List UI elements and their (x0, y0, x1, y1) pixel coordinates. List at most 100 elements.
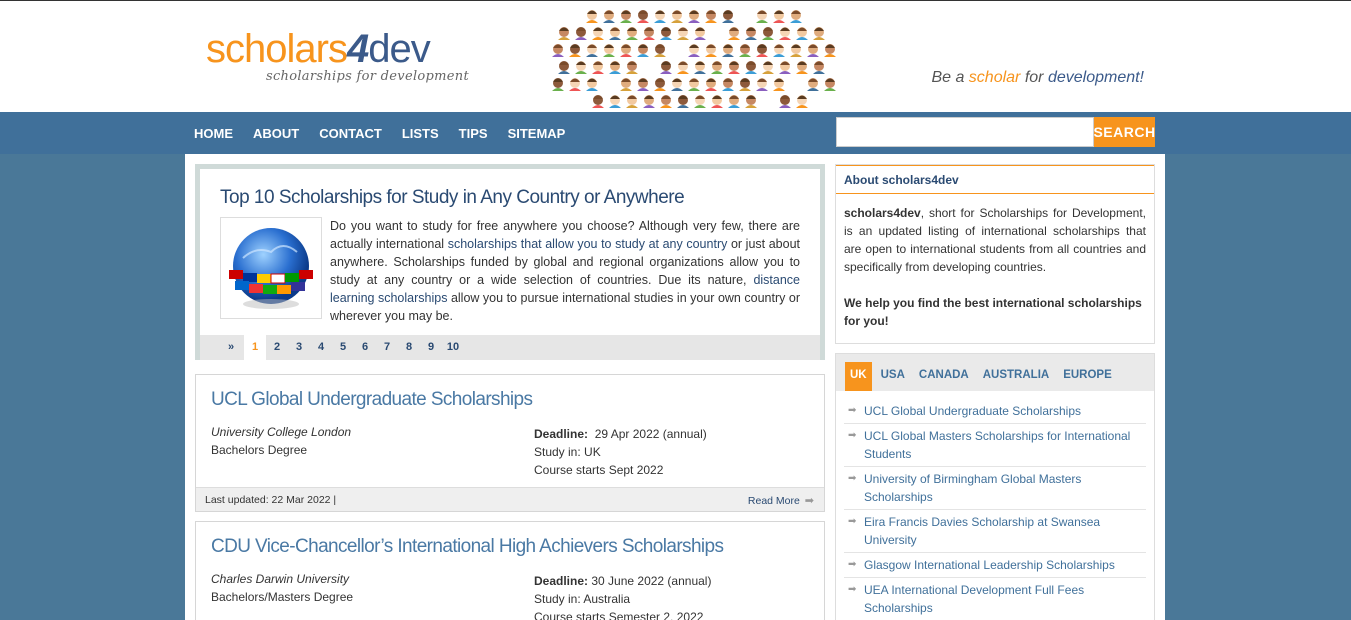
pager-page-1[interactable]: 1 (244, 335, 266, 360)
person-icon (654, 44, 666, 57)
read-more-link[interactable]: Read More ➡ (748, 494, 814, 507)
tab-canada[interactable]: CANADA (914, 362, 974, 391)
person-icon (694, 95, 706, 108)
person-icon (705, 78, 717, 91)
person-icon (552, 44, 564, 57)
person-icon (569, 44, 581, 57)
person-icon (807, 78, 819, 91)
site-logo[interactable]: scholars4dev scholarships for developmen… (206, 27, 469, 84)
pager-page-4[interactable]: 4 (310, 335, 332, 360)
person-icon (722, 44, 734, 57)
person-icon (705, 10, 717, 23)
person-icon (586, 44, 598, 57)
nav-sitemap[interactable]: SITEMAP (508, 126, 566, 141)
tagline-text-3: for (1020, 69, 1048, 86)
person-icon (756, 78, 768, 91)
scholarship-title[interactable]: CDU Vice-Chancellor’s International High… (211, 536, 724, 558)
person-icon (592, 61, 604, 74)
person-icon (779, 95, 791, 108)
list-item[interactable]: University of Birmingham Global Masters … (844, 467, 1146, 510)
people-illustration (552, 10, 836, 108)
scholarship-university: Charles Darwin University (211, 572, 350, 586)
list-item[interactable]: UCL Global Undergraduate Scholarships (844, 399, 1146, 424)
tagline-text-4: development! (1047, 69, 1144, 86)
search-button[interactable]: SEARCH (1093, 117, 1155, 147)
deadline-label: Deadline: (534, 427, 589, 441)
featured-title[interactable]: Top 10 Scholarships for Study in Any Cou… (220, 187, 685, 209)
person-icon (637, 78, 649, 91)
pager-page-9[interactable]: 9 (420, 335, 442, 360)
person-icon (637, 10, 649, 23)
nav-home[interactable]: HOME (194, 126, 233, 141)
pager-page-10[interactable]: 10 (442, 335, 464, 360)
list-item[interactable]: UCL Global Masters Scholarships for Inte… (844, 424, 1146, 467)
tab-australia[interactable]: AUSTRALIA (978, 362, 1054, 391)
globe-icon (229, 228, 313, 309)
person-icon (592, 27, 604, 40)
scholarship-title[interactable]: UCL Global Undergraduate Scholarships (211, 389, 533, 411)
pager-page-3[interactable]: 3 (288, 335, 310, 360)
person-icon (654, 10, 666, 23)
person-icon (745, 27, 757, 40)
person-icon (569, 78, 581, 91)
link-any-country[interactable]: scholarships that allow you to study at … (448, 237, 728, 251)
person-icon (824, 78, 836, 91)
person-icon (694, 27, 706, 40)
pager-next[interactable]: » (222, 335, 240, 360)
nav-contact[interactable]: CONTACT (319, 126, 382, 141)
course-start: Course starts Semester 2, 2022 (534, 610, 704, 620)
pager-page-7[interactable]: 7 (376, 335, 398, 360)
person-icon (756, 44, 768, 57)
person-icon (609, 95, 621, 108)
person-icon (643, 95, 655, 108)
person-icon (773, 44, 785, 57)
person-icon (711, 61, 723, 74)
person-icon (796, 95, 808, 108)
person-icon (779, 61, 791, 74)
list-item[interactable]: UEA International Development Full Fees … (844, 578, 1146, 620)
person-icon (796, 61, 808, 74)
person-icon (626, 61, 638, 74)
list-item[interactable]: Eira Francis Davies Scholarship at Swans… (844, 510, 1146, 553)
about-body: scholars4dev, short for Scholarships for… (836, 194, 1154, 340)
tab-europe[interactable]: EUROPE (1058, 362, 1117, 391)
person-icon (762, 61, 774, 74)
person-icon (728, 61, 740, 74)
person-icon (654, 78, 666, 91)
scholarship-university: University College London (211, 425, 352, 439)
person-icon (694, 61, 706, 74)
pager-page-5[interactable]: 5 (332, 335, 354, 360)
person-icon (660, 61, 672, 74)
pager-page-8[interactable]: 8 (398, 335, 420, 360)
scholarship-links: UCL Global Undergraduate Scholarships UC… (836, 391, 1154, 620)
nav-about[interactable]: ABOUT (253, 126, 299, 141)
main-content: Top 10 Scholarships for Study in Any Cou… (185, 154, 1165, 620)
nav-lists[interactable]: LISTS (402, 126, 439, 141)
deadline-label: Deadline: (534, 574, 589, 588)
person-icon (796, 27, 808, 40)
person-icon (586, 10, 598, 23)
person-icon (626, 95, 638, 108)
site-tagline: Be a scholar for development! (931, 69, 1144, 87)
person-icon (728, 27, 740, 40)
person-icon (626, 27, 638, 40)
pager-page-6[interactable]: 6 (354, 335, 376, 360)
globe-flags-image[interactable] (220, 217, 322, 319)
person-icon (586, 78, 598, 91)
list-item[interactable]: Glasgow International Leadership Scholar… (844, 553, 1146, 578)
about-paragraph: scholars4dev, short for Scholarships for… (844, 204, 1146, 276)
study-in: Study in: UK (534, 445, 601, 459)
search-input[interactable] (836, 117, 1094, 147)
person-icon (756, 10, 768, 23)
person-icon (773, 78, 785, 91)
deadline-value: 29 Apr 2022 (annual) (594, 427, 707, 441)
logo-text-dev: dev (368, 27, 430, 71)
last-updated: Last updated: 22 Mar 2022 | (205, 494, 337, 506)
person-icon (558, 27, 570, 40)
person-icon (773, 10, 785, 23)
person-icon (745, 95, 757, 108)
pager-page-2[interactable]: 2 (266, 335, 288, 360)
tab-usa[interactable]: USA (876, 362, 910, 391)
nav-tips[interactable]: TIPS (459, 126, 488, 141)
tab-uk[interactable]: UK (845, 362, 872, 391)
